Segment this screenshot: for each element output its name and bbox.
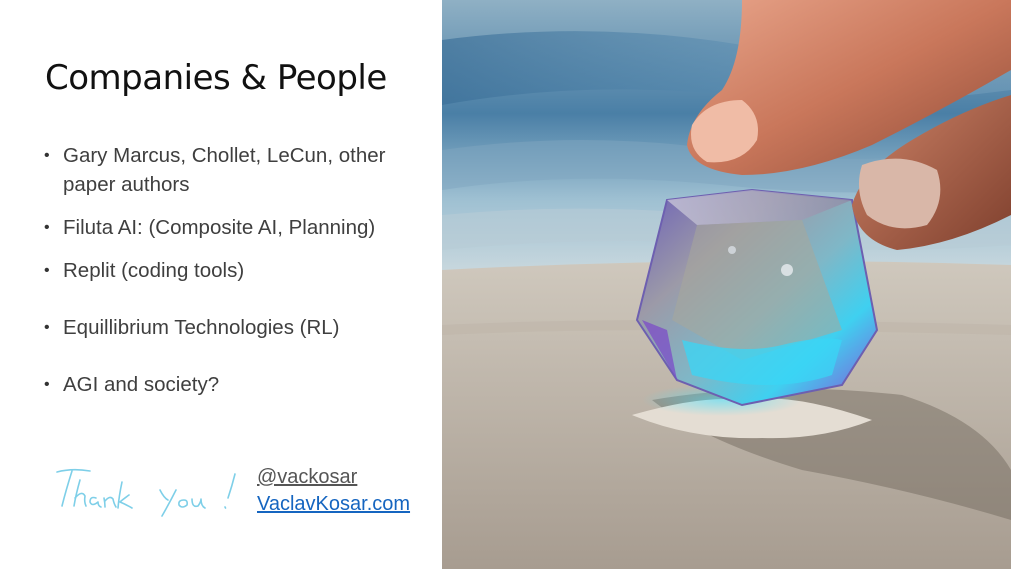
bullet-dot-icon: •: [44, 219, 50, 236]
thank-you-signature: [56, 468, 236, 517]
slide-title: Companies & People: [45, 58, 387, 98]
text-panel: Companies & People • Gary Marcus, Cholle…: [0, 0, 442, 569]
bullet-text: Gary Marcus, Chollet, LeCun, other paper…: [63, 144, 386, 196]
bullet-item: • AGI and society?: [44, 370, 429, 399]
website-link[interactable]: VaclavKosar.com: [257, 493, 410, 516]
bullet-text: Equillibrium Technologies (RL): [63, 316, 340, 339]
bullet-dot-icon: •: [44, 319, 50, 336]
bullet-dot-icon: •: [44, 147, 50, 164]
twitter-handle-link[interactable]: @vackosar: [257, 466, 357, 489]
bullet-dot-icon: •: [44, 376, 50, 393]
bullet-item: • Filuta AI: (Composite AI, Planning): [44, 213, 429, 242]
bullet-item: • Replit (coding tools): [44, 256, 429, 285]
slide: Companies & People • Gary Marcus, Cholle…: [0, 0, 1011, 569]
bullet-text: Replit (coding tools): [63, 259, 245, 282]
bullet-item: • Gary Marcus, Chollet, LeCun, other pap…: [44, 141, 429, 199]
bullet-text: Filuta AI: (Composite AI, Planning): [63, 216, 376, 239]
bullet-dot-icon: •: [44, 262, 50, 279]
crystal-in-sand-photo: [442, 0, 1011, 569]
bullet-item: • Equillibrium Technologies (RL): [44, 313, 429, 342]
bullet-text: AGI and society?: [63, 373, 220, 396]
